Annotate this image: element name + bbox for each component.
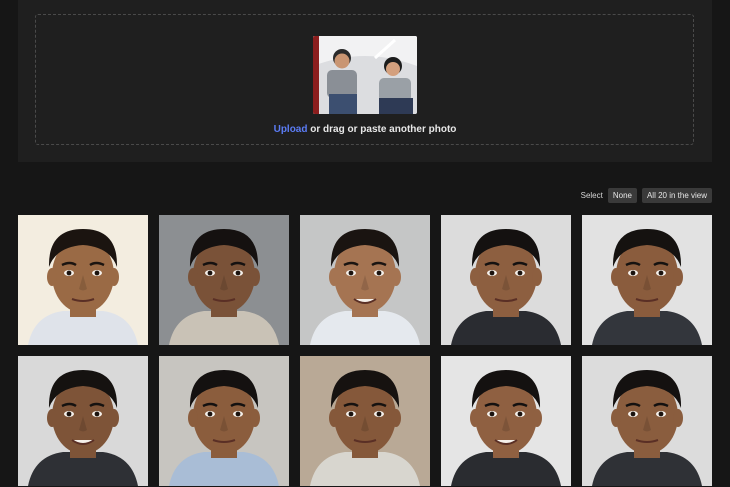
face-portrait <box>441 215 571 345</box>
face-portrait <box>18 215 148 345</box>
upload-link[interactable]: Upload <box>274 124 308 135</box>
face-portrait <box>18 356 148 486</box>
select-bar: Select None All 20 in the view <box>581 188 712 203</box>
face-result-tile[interactable] <box>159 356 289 486</box>
upload-instructions: Upload or drag or paste another photo <box>18 124 712 135</box>
face-result-tile[interactable] <box>441 215 571 345</box>
face-portrait <box>582 215 712 345</box>
face-portrait <box>159 356 289 486</box>
upload-panel: Upload or drag or paste another photo <box>18 0 712 162</box>
select-label: Select <box>580 191 603 200</box>
page: Upload or drag or paste another photo Se… <box>0 0 730 487</box>
face-result-tile[interactable] <box>18 356 148 486</box>
face-portrait <box>159 215 289 345</box>
face-result-tile[interactable] <box>300 356 430 486</box>
face-portrait <box>441 356 571 486</box>
uploaded-photo-preview <box>313 36 417 114</box>
face-portrait <box>300 356 430 486</box>
face-portrait <box>300 215 430 345</box>
select-all-button[interactable]: All 20 in the view <box>641 188 712 203</box>
face-results-grid <box>18 215 712 486</box>
upload-hint-text: or drag or paste another photo <box>307 124 457 135</box>
face-result-tile[interactable] <box>18 215 148 345</box>
face-result-tile[interactable] <box>159 215 289 345</box>
face-result-tile[interactable] <box>441 356 571 486</box>
face-result-tile[interactable] <box>582 356 712 486</box>
face-portrait <box>582 356 712 486</box>
face-result-tile[interactable] <box>582 215 712 345</box>
select-none-button[interactable]: None <box>607 188 637 203</box>
face-result-tile[interactable] <box>300 215 430 345</box>
